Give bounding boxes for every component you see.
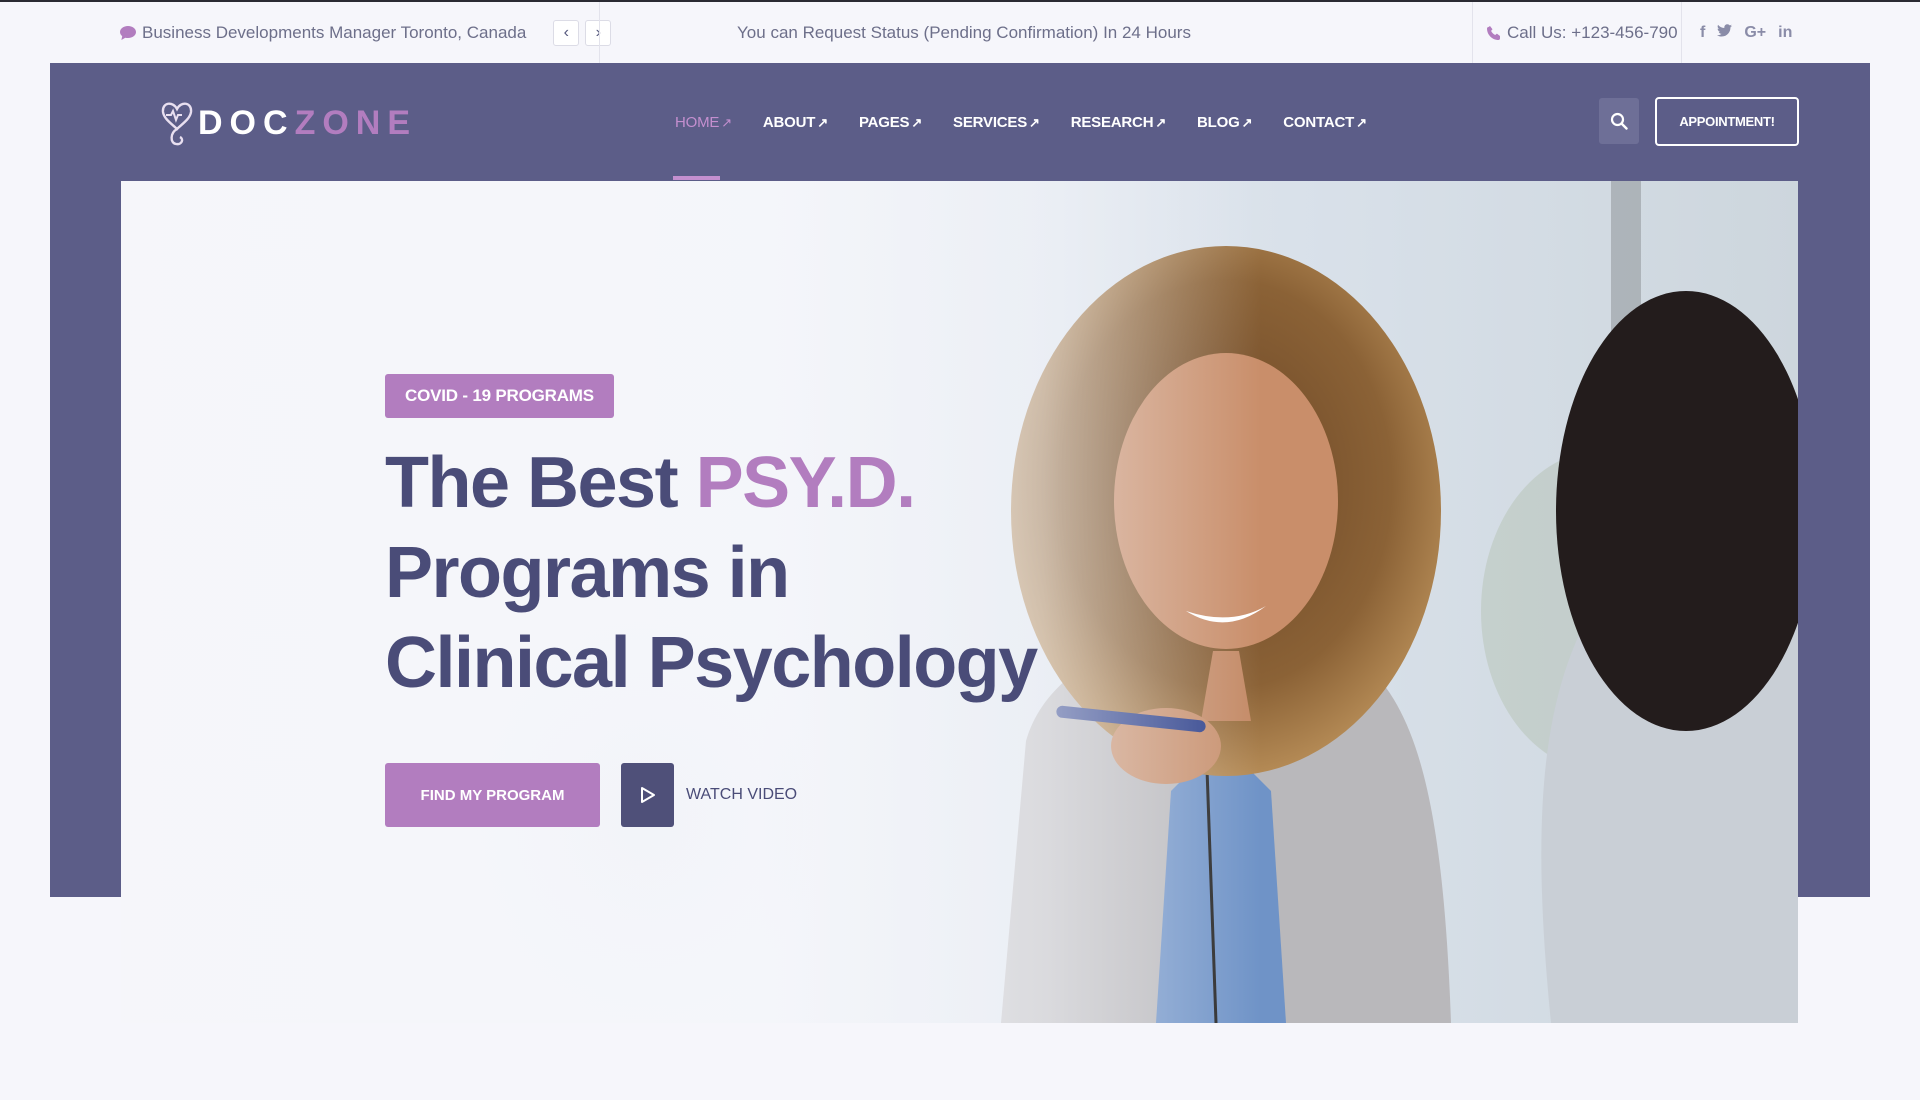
arrow-up-right-icon: ↗ xyxy=(817,114,828,130)
play-icon xyxy=(640,787,655,803)
logo-text-zone: ZONE xyxy=(294,103,418,142)
social-links: f G+ in xyxy=(1700,2,1792,63)
chat-bubble-icon xyxy=(120,25,136,40)
divider xyxy=(1681,2,1682,63)
logo-text-doc: DOC xyxy=(198,103,295,142)
arrow-up-right-icon: ↗ xyxy=(911,114,923,130)
headline-prefix: The Best xyxy=(385,443,696,523)
facebook-icon[interactable]: f xyxy=(1700,24,1705,42)
headline-line2: Programs in xyxy=(385,533,790,613)
arrow-up-right-icon: ↗ xyxy=(1356,114,1367,130)
nav-label: CONTACT xyxy=(1283,113,1355,131)
site-logo[interactable]: DOC ZONE xyxy=(160,98,417,148)
nav-item-blog[interactable]: BLOG ↗ xyxy=(1197,114,1252,131)
headline-line1: The Best PSY.D. xyxy=(385,443,917,523)
nav-label: HOME xyxy=(675,113,720,131)
location-info: Business Developments Manager Toronto, C… xyxy=(120,2,612,63)
covid-badge: COVID - 19 PROGRAMS xyxy=(385,374,614,418)
linkedin-icon[interactable]: in xyxy=(1778,24,1792,42)
nav-item-pages[interactable]: PAGES ↗ xyxy=(859,114,922,131)
active-nav-indicator xyxy=(673,176,720,180)
headline-line3: Clinical Psychology xyxy=(385,623,1038,703)
google-plus-icon[interactable]: G+ xyxy=(1744,24,1766,42)
call-info: Call Us: +123-456-790 xyxy=(1487,2,1678,63)
appointment-button[interactable]: APPOINTMENT! xyxy=(1655,97,1799,146)
location-text: Business Developments Manager Toronto, C… xyxy=(142,22,527,42)
phone-icon xyxy=(1487,25,1500,40)
hero-headline: The Best PSY.D. Programs in Clinical Psy… xyxy=(385,438,1038,708)
call-text: Call Us: +123-456-790 xyxy=(1507,22,1678,42)
heart-stethoscope-icon xyxy=(161,102,193,146)
arrow-up-right-icon: ↗ xyxy=(1155,114,1167,130)
arrow-up-right-icon: ↗ xyxy=(721,114,732,130)
nav-label: ABOUT xyxy=(762,113,816,131)
headline-accent: PSY.D. xyxy=(695,443,917,523)
search-button[interactable] xyxy=(1599,98,1639,144)
arrow-up-right-icon: ↗ xyxy=(1029,114,1040,130)
nav-item-contact[interactable]: CONTACT ↗ xyxy=(1283,114,1367,131)
divider xyxy=(1472,2,1473,63)
status-notice: You can Request Status (Pending Confirma… xyxy=(737,22,1191,42)
top-info-bar: Business Developments Manager Toronto, C… xyxy=(0,2,1920,63)
nav-item-services[interactable]: SERVICES ↗ xyxy=(953,114,1040,131)
nav-label: RESEARCH xyxy=(1070,113,1154,131)
nav-label: SERVICES xyxy=(953,113,1028,131)
main-nav: HOME ↗ ABOUT ↗ PAGES ↗ SERVICES ↗ RESEARCH ↗ … xyxy=(675,108,1398,136)
nav-item-home[interactable]: HOME ↗ xyxy=(675,114,732,131)
prev-arrow-button[interactable]: ‹ xyxy=(553,19,580,46)
twitter-icon[interactable] xyxy=(1717,23,1733,42)
find-program-button[interactable]: FIND MY PROGRAM xyxy=(385,763,600,827)
search-icon xyxy=(1610,112,1628,130)
nav-label: PAGES xyxy=(858,113,910,131)
arrow-up-right-icon: ↗ xyxy=(1241,114,1253,130)
nav-item-about[interactable]: ABOUT ↗ xyxy=(763,114,828,131)
watch-video-link[interactable]: WATCH VIDEO xyxy=(686,786,797,804)
play-video-button[interactable] xyxy=(621,763,674,827)
nav-label: BLOG xyxy=(1197,113,1240,131)
nav-item-research[interactable]: RESEARCH ↗ xyxy=(1071,114,1166,131)
